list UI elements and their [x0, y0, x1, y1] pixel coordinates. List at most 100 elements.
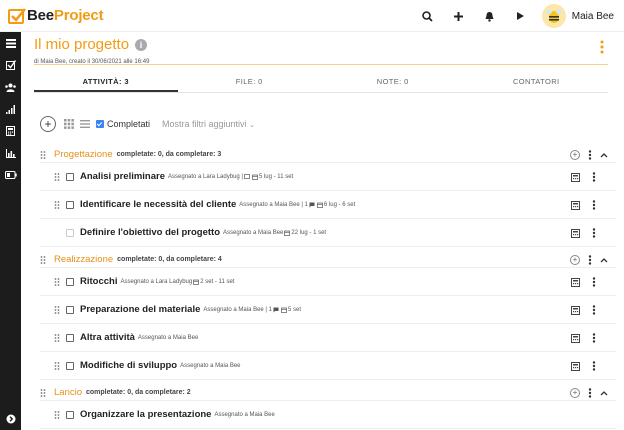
- tab-note[interactable]: NOTE: 0: [321, 72, 465, 92]
- drag-handle-icon[interactable]: [54, 410, 60, 419]
- completed-label[interactable]: Completati: [107, 119, 150, 129]
- task-dates: 6 lug - 6 set: [323, 201, 356, 208]
- bar-chart-icon[interactable]: [0, 142, 21, 164]
- page-menu-kebab-icon[interactable]: [598, 40, 606, 54]
- task-row[interactable]: Organizzare la presentazione Assegnato a…: [40, 401, 616, 429]
- info-icon[interactable]: i: [135, 38, 148, 51]
- play-icon[interactable]: [505, 0, 536, 32]
- add-task-button[interactable]: +: [40, 116, 56, 132]
- task-checkbox[interactable]: [66, 333, 74, 342]
- task-checkbox[interactable]: [66, 410, 74, 419]
- kebab-menu-icon[interactable]: [588, 388, 592, 398]
- drag-handle-icon[interactable]: [54, 361, 60, 370]
- search-icon[interactable]: [412, 0, 443, 32]
- group-name[interactable]: Realizzazione: [54, 254, 113, 265]
- drag-handle-icon[interactable]: [54, 277, 60, 286]
- task-row[interactable]: Ritocchi Assegnato a Lara Ladybug 2 set …: [40, 268, 616, 296]
- task-group: Realizzazione completate: 0, da completa…: [40, 252, 616, 380]
- bell-icon[interactable]: [474, 0, 505, 32]
- avatar[interactable]: [541, 4, 566, 28]
- task-checkbox[interactable]: [66, 172, 74, 181]
- task-name[interactable]: Preparazione del materiale: [80, 304, 200, 315]
- task-meta: Assegnato a Lara Ladybug 2 set - 11 set: [120, 279, 234, 285]
- task-name[interactable]: Modifiche di sviluppo: [80, 360, 177, 371]
- logo[interactable]: BeeProject: [8, 7, 104, 25]
- chevron-down-icon: ⌄: [249, 122, 255, 129]
- list-view-icon[interactable]: [80, 119, 90, 129]
- task-assignee: Assegnato a Maia Bee: [214, 411, 275, 418]
- kebab-menu-icon[interactable]: [592, 361, 596, 371]
- dashboard-icon[interactable]: [0, 32, 21, 54]
- task-name[interactable]: Organizzare la presentazione: [80, 409, 211, 420]
- tabs-divider: [34, 92, 608, 93]
- calculator-icon[interactable]: [571, 172, 580, 182]
- tab-attivita[interactable]: ATTIVITÀ: 3: [34, 72, 178, 92]
- check-icon[interactable]: [0, 54, 21, 76]
- kebab-menu-icon[interactable]: [592, 172, 596, 182]
- calculator-icon[interactable]: [571, 333, 580, 343]
- add-task-group-button[interactable]: +: [570, 388, 580, 398]
- task-checkbox[interactable]: [66, 361, 74, 370]
- task-row[interactable]: Identificare le necessità del cliente As…: [40, 191, 616, 219]
- battery-icon[interactable]: [0, 164, 21, 186]
- tab-file[interactable]: FILE: 0: [178, 72, 322, 92]
- add-task-group-button[interactable]: +: [570, 255, 580, 265]
- user-name[interactable]: Maia Bee: [572, 11, 614, 22]
- drag-handle-icon[interactable]: [54, 305, 60, 314]
- task-row[interactable]: Analisi preliminare Assegnato a Lara Lad…: [40, 163, 616, 191]
- calculator-icon[interactable]: [571, 277, 580, 287]
- task-actions: [571, 191, 596, 219]
- kebab-menu-icon[interactable]: [588, 150, 592, 160]
- completed-checkbox[interactable]: [96, 120, 104, 128]
- tab-contatori[interactable]: CONTATORI: [465, 72, 609, 92]
- task-dates: 2 set - 11 set: [200, 278, 235, 285]
- group-name[interactable]: Progettazione: [54, 149, 113, 160]
- calculator-icon[interactable]: [571, 228, 580, 238]
- chevron-up-icon[interactable]: [600, 390, 608, 396]
- task-name[interactable]: Altra attività: [80, 332, 135, 343]
- logo-text-bee: Bee: [27, 7, 54, 24]
- task-checkbox[interactable]: [66, 277, 74, 286]
- calendar-icon: [252, 174, 258, 180]
- task-name[interactable]: Ritocchi: [80, 276, 117, 287]
- task-name[interactable]: Identificare le necessità del cliente: [80, 199, 236, 210]
- drag-handle-icon[interactable]: [54, 200, 60, 209]
- task-name[interactable]: Analisi preliminare: [80, 171, 165, 182]
- kebab-menu-icon[interactable]: [588, 255, 592, 265]
- task-row[interactable]: Modifiche di sviluppo Assegnato a Maia B…: [40, 352, 616, 380]
- task-dates: 5 set: [288, 306, 302, 313]
- task-checkbox[interactable]: [66, 200, 74, 209]
- drag-handle-icon[interactable]: [54, 333, 60, 342]
- chevron-right-icon[interactable]: [0, 408, 21, 430]
- kebab-menu-icon[interactable]: [592, 333, 596, 343]
- kebab-menu-icon[interactable]: [592, 305, 596, 315]
- drag-handle-icon[interactable]: [54, 172, 60, 181]
- drag-handle-icon[interactable]: [40, 388, 46, 397]
- task-name[interactable]: Definire l'obiettivo del progetto: [80, 227, 220, 238]
- chevron-up-icon[interactable]: [600, 257, 608, 263]
- task-checkbox[interactable]: [66, 228, 74, 237]
- task-row[interactable]: Preparazione del materiale Assegnato a M…: [40, 296, 616, 324]
- calculator-icon[interactable]: [571, 200, 580, 210]
- drag-handle-icon[interactable]: [40, 255, 46, 264]
- group-name[interactable]: Lancio: [54, 387, 82, 398]
- signal-icon[interactable]: [0, 98, 21, 120]
- kebab-menu-icon[interactable]: [592, 277, 596, 287]
- task-row[interactable]: Definire l'obiettivo del progetto Assegn…: [40, 219, 616, 247]
- users-icon[interactable]: [0, 76, 21, 98]
- grid-view-icon[interactable]: [64, 119, 74, 129]
- calculator-icon[interactable]: [0, 120, 21, 142]
- add-task-group-button[interactable]: +: [570, 150, 580, 160]
- task-assignee: Assegnato a Lara Ladybug: [120, 278, 193, 285]
- drag-handle-icon[interactable]: [40, 150, 46, 159]
- calculator-icon[interactable]: [571, 305, 580, 315]
- plus-icon[interactable]: [443, 0, 474, 32]
- group-stats: completate: 0, da completare: 2: [86, 389, 191, 396]
- chevron-up-icon[interactable]: [600, 152, 608, 158]
- kebab-menu-icon[interactable]: [592, 228, 596, 238]
- calculator-icon[interactable]: [571, 361, 580, 371]
- filters-toggle[interactable]: Mostra filtri aggiuntivi ⌄: [162, 119, 255, 129]
- task-row[interactable]: Altra attività Assegnato a Maia Bee: [40, 324, 616, 352]
- kebab-menu-icon[interactable]: [592, 200, 596, 210]
- task-checkbox[interactable]: [66, 305, 74, 314]
